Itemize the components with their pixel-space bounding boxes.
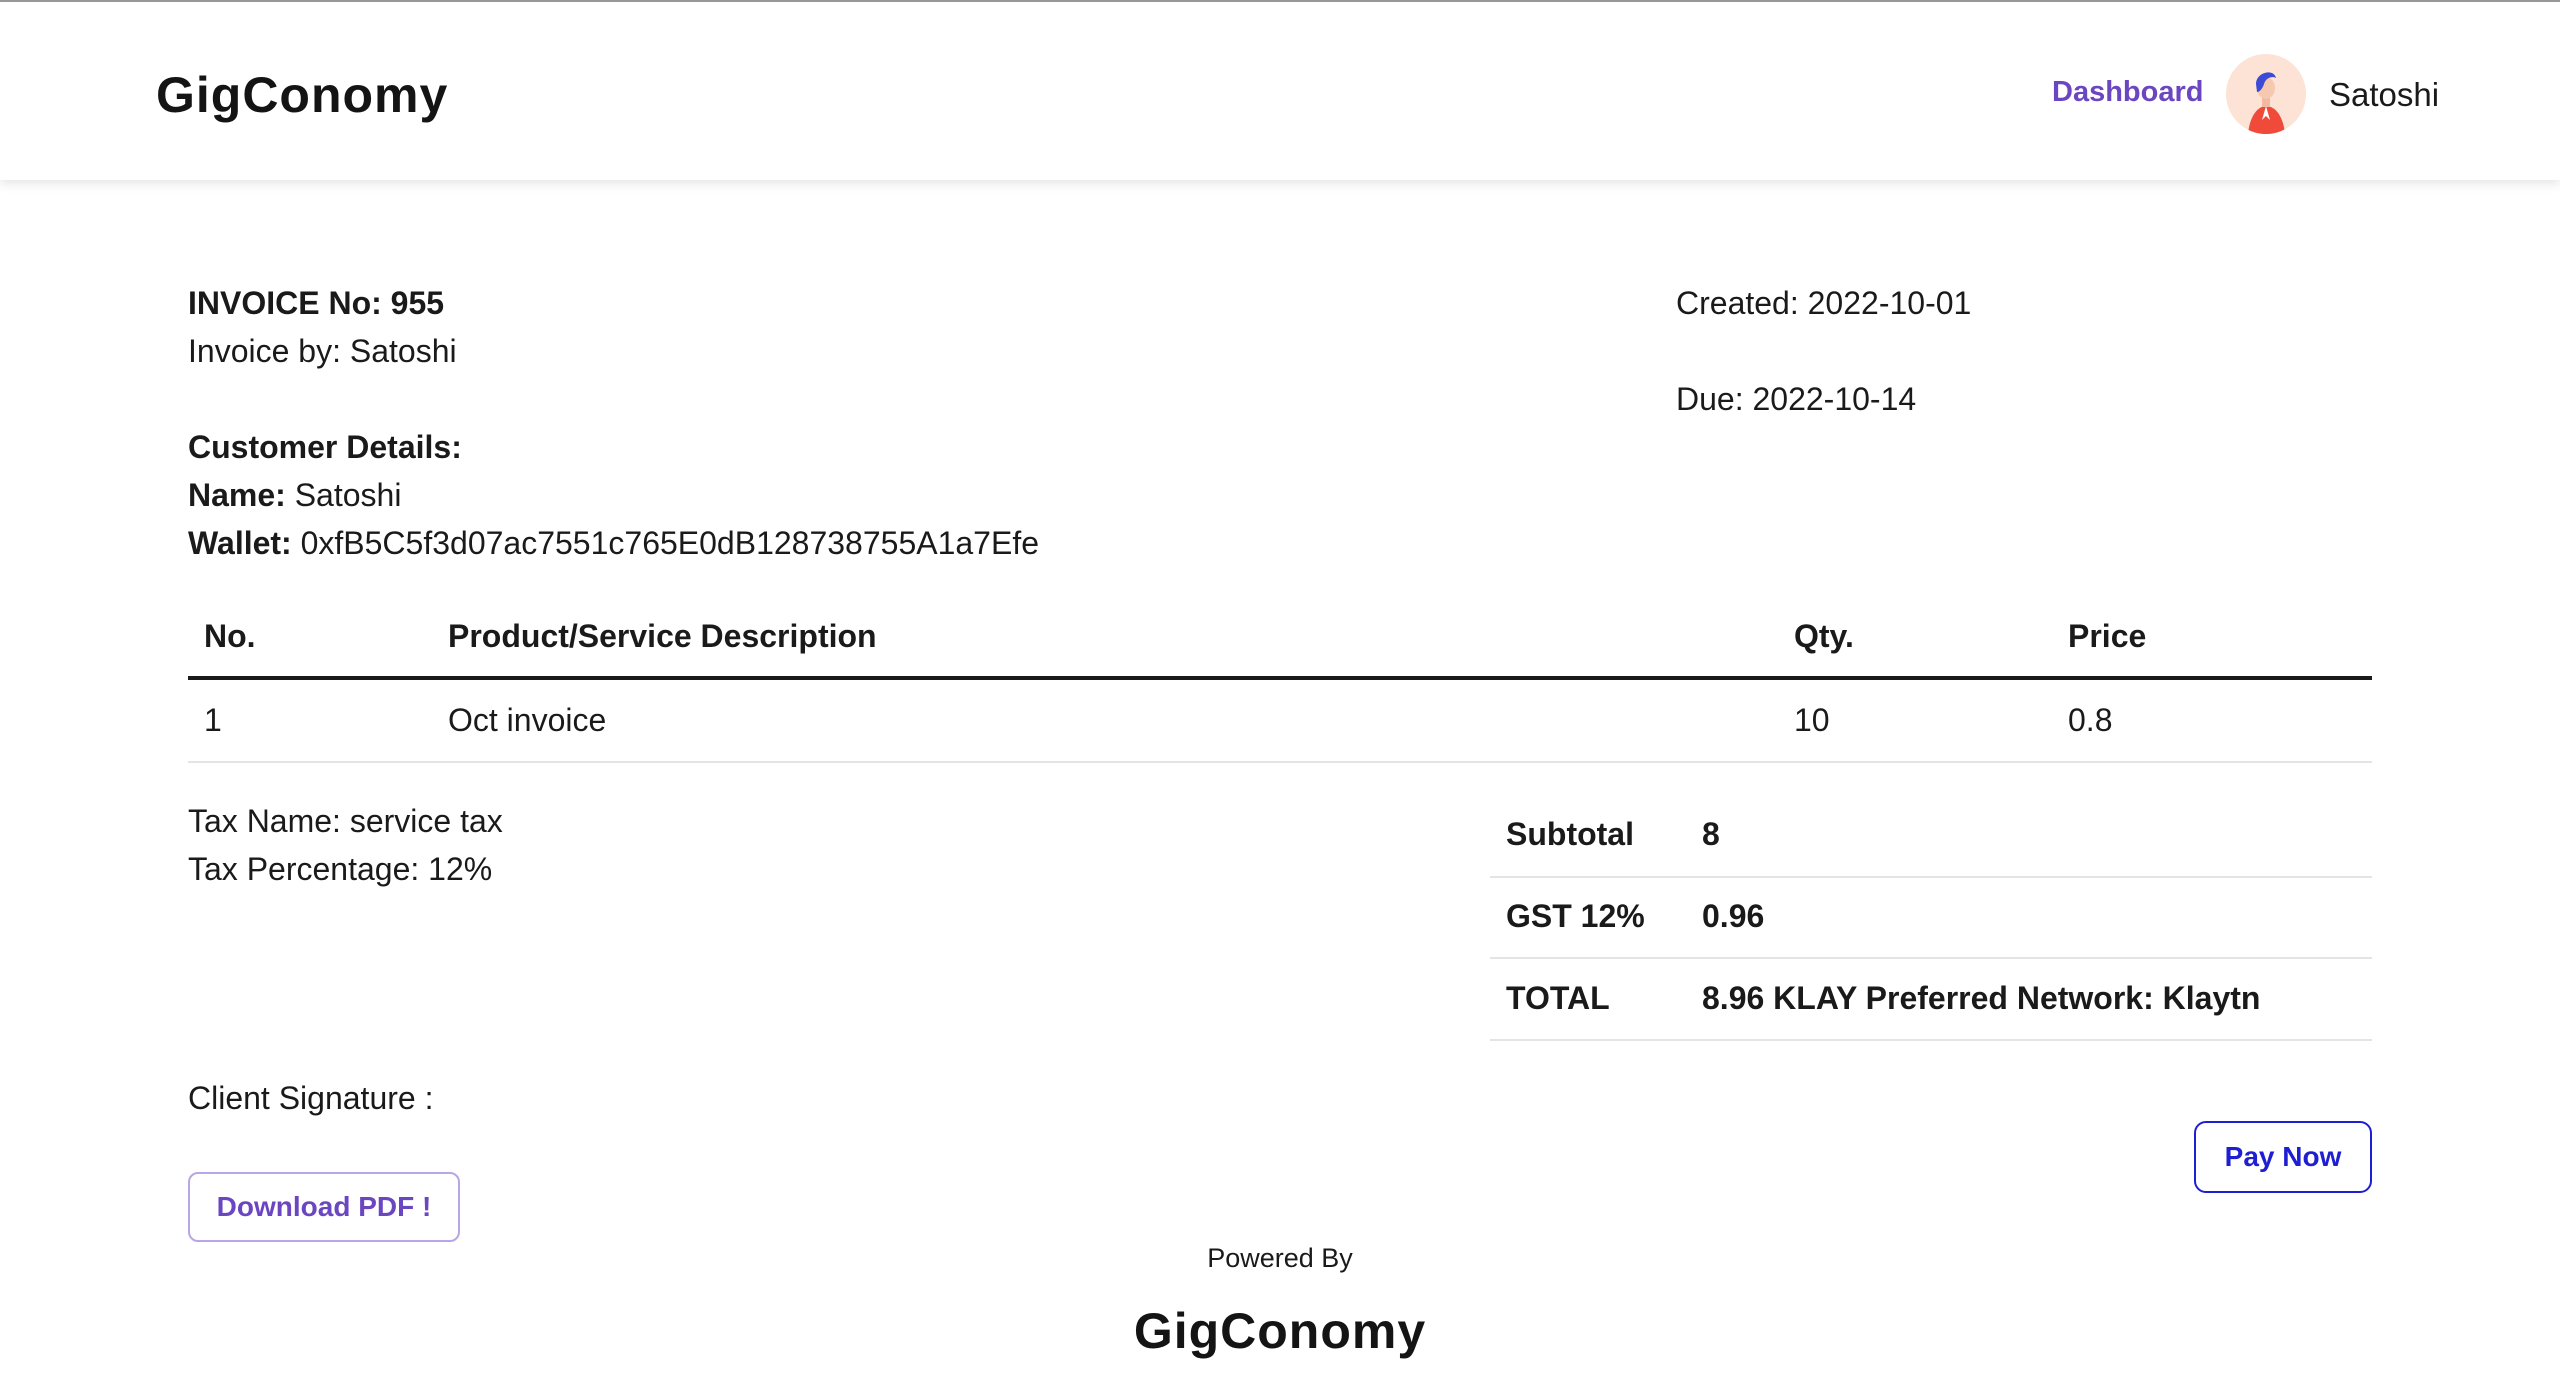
gst-label: GST 12% bbox=[1506, 898, 1645, 934]
gst-value: 0.96 bbox=[1702, 898, 1765, 934]
table-header-price: Price bbox=[2068, 618, 2147, 654]
customer-name-label: Name: bbox=[188, 477, 286, 513]
total-value: 8.96 KLAY Preferred Network: Klaytn bbox=[1702, 980, 2261, 1016]
customer-details-heading: Customer Details: bbox=[188, 429, 462, 465]
customer-wallet-label: Wallet: bbox=[188, 525, 292, 561]
due-date: Due: 2022-10-14 bbox=[1676, 381, 1917, 417]
table-header-divider bbox=[188, 676, 2372, 680]
customer-name-row: Name: Satoshi bbox=[188, 475, 401, 515]
row-no: 1 bbox=[204, 702, 222, 738]
table-header-no: No. bbox=[204, 618, 256, 654]
row-divider bbox=[188, 761, 2372, 763]
top-header: GigConomy Dashboard Satoshi bbox=[0, 2, 2560, 180]
invoice-page: GigConomy Dashboard Satoshi INVOICE No: … bbox=[0, 0, 2560, 1380]
subtotal-divider bbox=[1490, 876, 2372, 878]
avatar-illustration bbox=[2226, 54, 2306, 134]
gst-divider bbox=[1490, 957, 2372, 959]
invoice-number: INVOICE No: 955 bbox=[188, 285, 445, 321]
powered-by-text: Powered By bbox=[1207, 1243, 1353, 1273]
download-pdf-button[interactable]: Download PDF ! bbox=[188, 1172, 460, 1242]
dashboard-link[interactable]: Dashboard bbox=[2052, 76, 2203, 109]
subtotal-label: Subtotal bbox=[1506, 816, 1634, 852]
header-username[interactable]: Satoshi bbox=[2329, 76, 2439, 114]
tax-name: Tax Name: service tax bbox=[188, 803, 503, 839]
row-description: Oct invoice bbox=[448, 702, 607, 738]
total-label: TOTAL bbox=[1506, 980, 1610, 1016]
customer-wallet-row: Wallet: 0xfB5C5f3d07ac7551c765E0dB128738… bbox=[188, 523, 1039, 563]
customer-name-value: Satoshi bbox=[294, 477, 402, 513]
person-avatar-icon[interactable] bbox=[2226, 54, 2306, 134]
row-qty: 10 bbox=[1794, 702, 1830, 738]
tax-percentage: Tax Percentage: 12% bbox=[188, 851, 493, 887]
created-date: Created: 2022-10-01 bbox=[1676, 285, 1972, 321]
footer-logo: GigConomy bbox=[1133, 1303, 1427, 1359]
customer-wallet-value: 0xfB5C5f3d07ac7551c765E0dB128738755A1a7E… bbox=[300, 525, 1039, 561]
pay-now-button[interactable]: Pay Now bbox=[2194, 1121, 2372, 1193]
table-header-description: Product/Service Description bbox=[448, 618, 877, 654]
table-header-qty: Qty. bbox=[1794, 618, 1854, 654]
client-signature-label: Client Signature : bbox=[188, 1080, 434, 1116]
invoice-by: Invoice by: Satoshi bbox=[188, 333, 457, 369]
row-price: 0.8 bbox=[2068, 702, 2113, 738]
subtotal-value: 8 bbox=[1702, 816, 1720, 852]
total-divider bbox=[1490, 1039, 2372, 1041]
app-logo[interactable]: GigConomy bbox=[156, 66, 448, 124]
